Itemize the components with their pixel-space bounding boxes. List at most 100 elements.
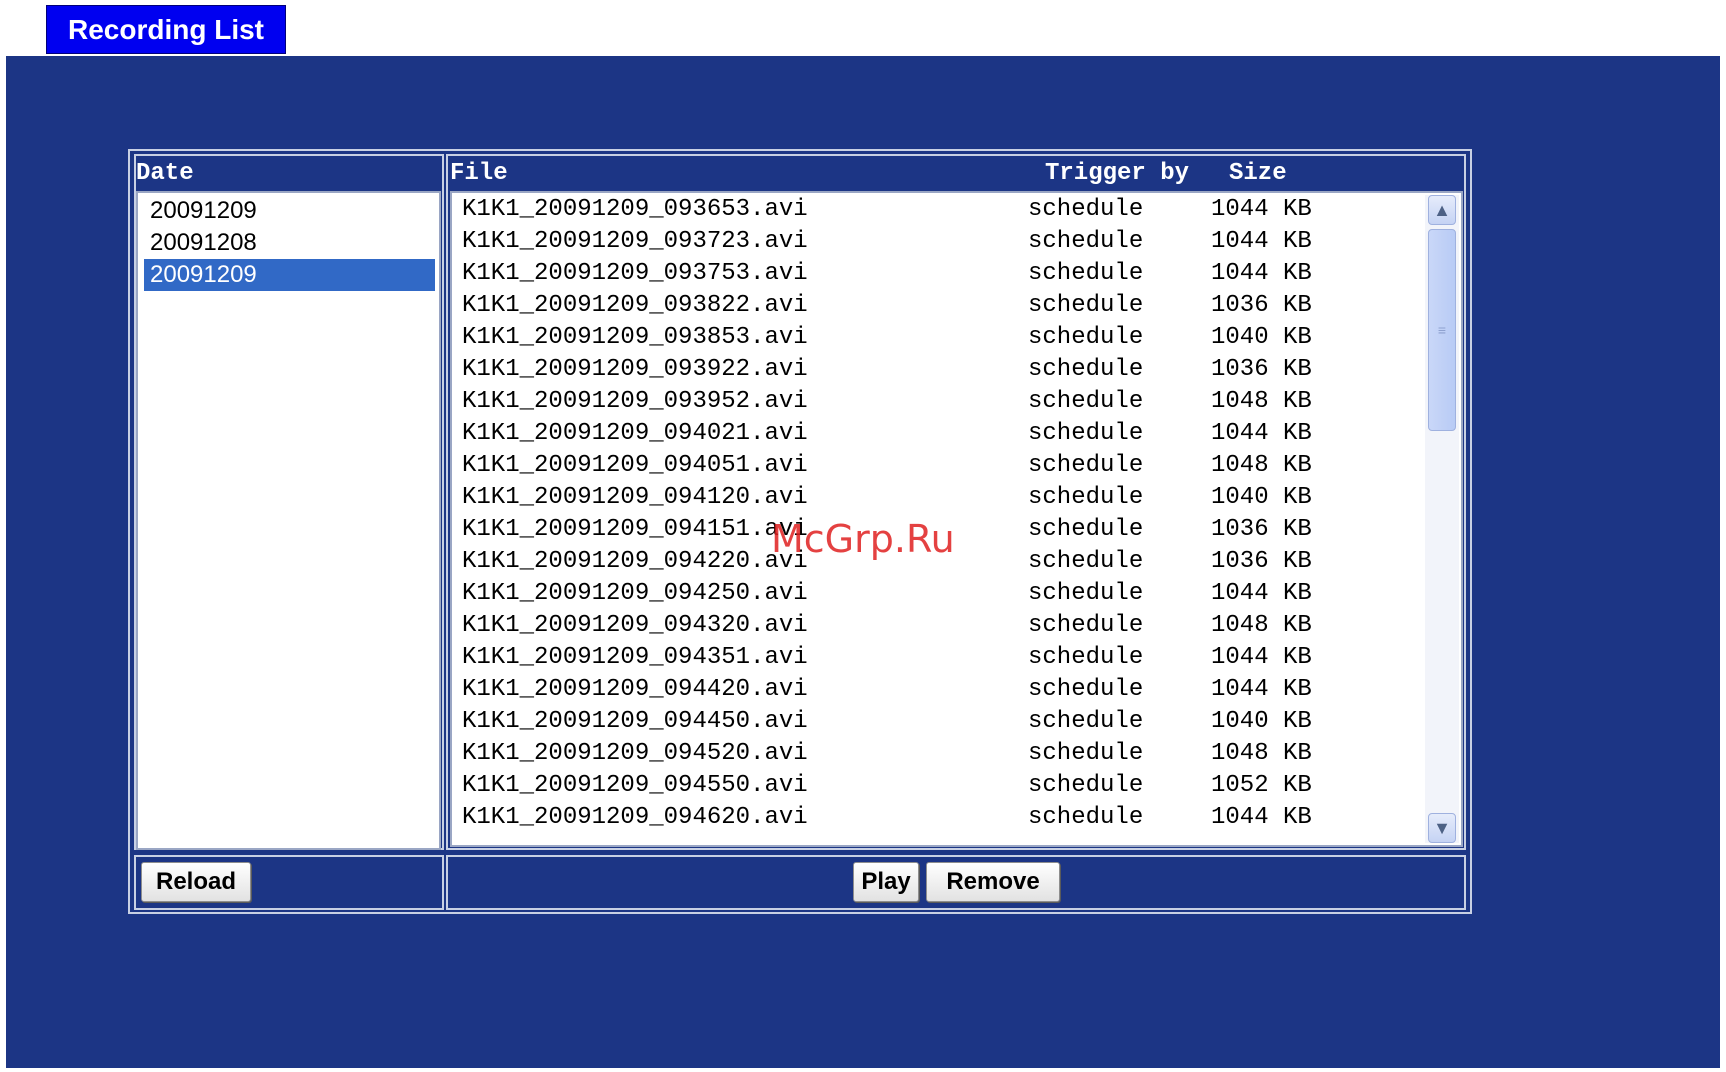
file-name: K1K1_20091209_093853.avi: [462, 324, 808, 351]
chevron-down-icon: ▼: [1433, 818, 1451, 838]
file-list[interactable]: K1K1_20091209_093653.avi schedule 1044 KB K…: [450, 191, 1463, 847]
file-name: K1K1_20091209_094051.avi: [462, 452, 808, 479]
remove-button[interactable]: Remove: [926, 862, 1060, 902]
scroll-thumb[interactable]: ≡: [1428, 229, 1456, 431]
file-size: 1048 KB: [1211, 612, 1312, 639]
file-name: K1K1_20091209_094550.avi: [462, 772, 808, 799]
file-row[interactable]: K1K1_20091209_094450.avi schedule 1040 KB: [452, 706, 1422, 738]
date-column-header: Date: [136, 160, 194, 187]
page-title-tab: Recording List: [46, 5, 286, 54]
file-size: 1040 KB: [1211, 324, 1312, 351]
file-trigger: schedule: [1028, 580, 1144, 607]
watermark: McGrp.Ru: [771, 517, 955, 561]
file-name: K1K1_20091209_094420.avi: [462, 676, 808, 703]
file-size: 1052 KB: [1211, 772, 1312, 799]
play-button[interactable]: Play: [853, 862, 919, 902]
file-trigger: schedule: [1028, 388, 1144, 415]
file-column-header: File: [450, 160, 508, 187]
file-row[interactable]: K1K1_20091209_094051.avi schedule 1048 KB: [452, 450, 1422, 482]
file-size: 1036 KB: [1211, 548, 1312, 575]
file-row[interactable]: K1K1_20091209_094250.avi schedule 1044 KB: [452, 578, 1422, 610]
file-trigger: schedule: [1028, 644, 1144, 671]
file-size: 1044 KB: [1211, 228, 1312, 255]
file-trigger: schedule: [1028, 548, 1144, 575]
file-row[interactable]: K1K1_20091209_094420.avi schedule 1044 KB: [452, 674, 1422, 706]
file-name: K1K1_20091209_094320.avi: [462, 612, 808, 639]
file-name: K1K1_20091209_093723.avi: [462, 228, 808, 255]
file-size: 1048 KB: [1211, 452, 1312, 479]
file-size: 1044 KB: [1211, 260, 1312, 287]
date-item[interactable]: 20091209: [144, 259, 435, 291]
trigger-column-header: Trigger by: [1045, 160, 1190, 187]
file-name: K1K1_20091209_094120.avi: [462, 484, 808, 511]
file-name: K1K1_20091209_094450.avi: [462, 708, 808, 735]
file-size: 1036 KB: [1211, 356, 1312, 383]
file-row[interactable]: K1K1_20091209_094120.avi schedule 1040 KB: [452, 482, 1422, 514]
file-name: K1K1_20091209_094021.avi: [462, 420, 808, 447]
file-row[interactable]: K1K1_20091209_093723.avi schedule 1044 KB: [452, 226, 1422, 258]
scroll-up-button[interactable]: ▲: [1428, 195, 1456, 225]
file-trigger: schedule: [1028, 452, 1144, 479]
file-trigger: schedule: [1028, 740, 1144, 767]
size-column-header: Size: [1229, 160, 1287, 187]
date-list[interactable]: 20091209 20091208 20091209: [136, 191, 441, 850]
file-trigger: schedule: [1028, 772, 1144, 799]
file-row[interactable]: K1K1_20091209_093822.avi schedule 1036 KB: [452, 290, 1422, 322]
file-trigger: schedule: [1028, 292, 1144, 319]
file-size: 1048 KB: [1211, 740, 1312, 767]
file-row[interactable]: K1K1_20091209_093952.avi schedule 1048 KB: [452, 386, 1422, 418]
file-size: 1044 KB: [1211, 676, 1312, 703]
file-name: K1K1_20091209_093653.avi: [462, 196, 808, 223]
file-size: 1040 KB: [1211, 708, 1312, 735]
date-item[interactable]: 20091209: [144, 195, 435, 227]
file-name: K1K1_20091209_093952.avi: [462, 388, 808, 415]
file-name: K1K1_20091209_094620.avi: [462, 804, 808, 831]
file-size: 1048 KB: [1211, 388, 1312, 415]
reload-button[interactable]: Reload: [141, 862, 251, 902]
file-size: 1044 KB: [1211, 196, 1312, 223]
file-size: 1044 KB: [1211, 420, 1312, 447]
chevron-up-icon: ▲: [1433, 200, 1451, 220]
file-size: 1040 KB: [1211, 484, 1312, 511]
file-size: 1036 KB: [1211, 292, 1312, 319]
file-row[interactable]: K1K1_20091209_094351.avi schedule 1044 KB: [452, 642, 1422, 674]
file-name: K1K1_20091209_094351.avi: [462, 644, 808, 671]
file-row[interactable]: K1K1_20091209_093653.avi schedule 1044 KB: [452, 194, 1422, 226]
file-trigger: schedule: [1028, 708, 1144, 735]
file-trigger: schedule: [1028, 356, 1144, 383]
file-row[interactable]: K1K1_20091209_094520.avi schedule 1048 KB: [452, 738, 1422, 770]
file-name: K1K1_20091209_094151.avi: [462, 516, 808, 543]
file-row[interactable]: K1K1_20091209_094620.avi schedule 1044 KB: [452, 802, 1422, 834]
file-trigger: schedule: [1028, 260, 1144, 287]
file-row[interactable]: K1K1_20091209_093922.avi schedule 1036 KB: [452, 354, 1422, 386]
file-trigger: schedule: [1028, 804, 1144, 831]
file-name: K1K1_20091209_093822.avi: [462, 292, 808, 319]
file-size: 1044 KB: [1211, 580, 1312, 607]
file-trigger: schedule: [1028, 676, 1144, 703]
file-trigger: schedule: [1028, 612, 1144, 639]
file-name: K1K1_20091209_094250.avi: [462, 580, 808, 607]
file-name: K1K1_20091209_093753.avi: [462, 260, 808, 287]
file-row[interactable]: K1K1_20091209_094320.avi schedule 1048 KB: [452, 610, 1422, 642]
file-row[interactable]: K1K1_20091209_094021.avi schedule 1044 KB: [452, 418, 1422, 450]
date-item[interactable]: 20091208: [144, 227, 435, 259]
scroll-down-button[interactable]: ▼: [1428, 813, 1456, 843]
page-title: Recording List: [67, 13, 264, 45]
file-trigger: schedule: [1028, 196, 1144, 223]
file-name: K1K1_20091209_093922.avi: [462, 356, 808, 383]
file-trigger: schedule: [1028, 228, 1144, 255]
file-trigger: schedule: [1028, 420, 1144, 447]
grip-icon: ≡: [1437, 322, 1447, 338]
file-size: 1044 KB: [1211, 644, 1312, 671]
file-size: 1044 KB: [1211, 804, 1312, 831]
vertical-scrollbar[interactable]: ▲ ≡ ▼: [1425, 195, 1459, 843]
file-row[interactable]: K1K1_20091209_093753.avi schedule 1044 KB: [452, 258, 1422, 290]
file-trigger: schedule: [1028, 324, 1144, 351]
file-name: K1K1_20091209_094220.avi: [462, 548, 808, 575]
file-name: K1K1_20091209_094520.avi: [462, 740, 808, 767]
file-size: 1036 KB: [1211, 516, 1312, 543]
file-trigger: schedule: [1028, 484, 1144, 511]
file-row[interactable]: K1K1_20091209_094550.avi schedule 1052 KB: [452, 770, 1422, 802]
file-trigger: schedule: [1028, 516, 1144, 543]
file-row[interactable]: K1K1_20091209_093853.avi schedule 1040 KB: [452, 322, 1422, 354]
